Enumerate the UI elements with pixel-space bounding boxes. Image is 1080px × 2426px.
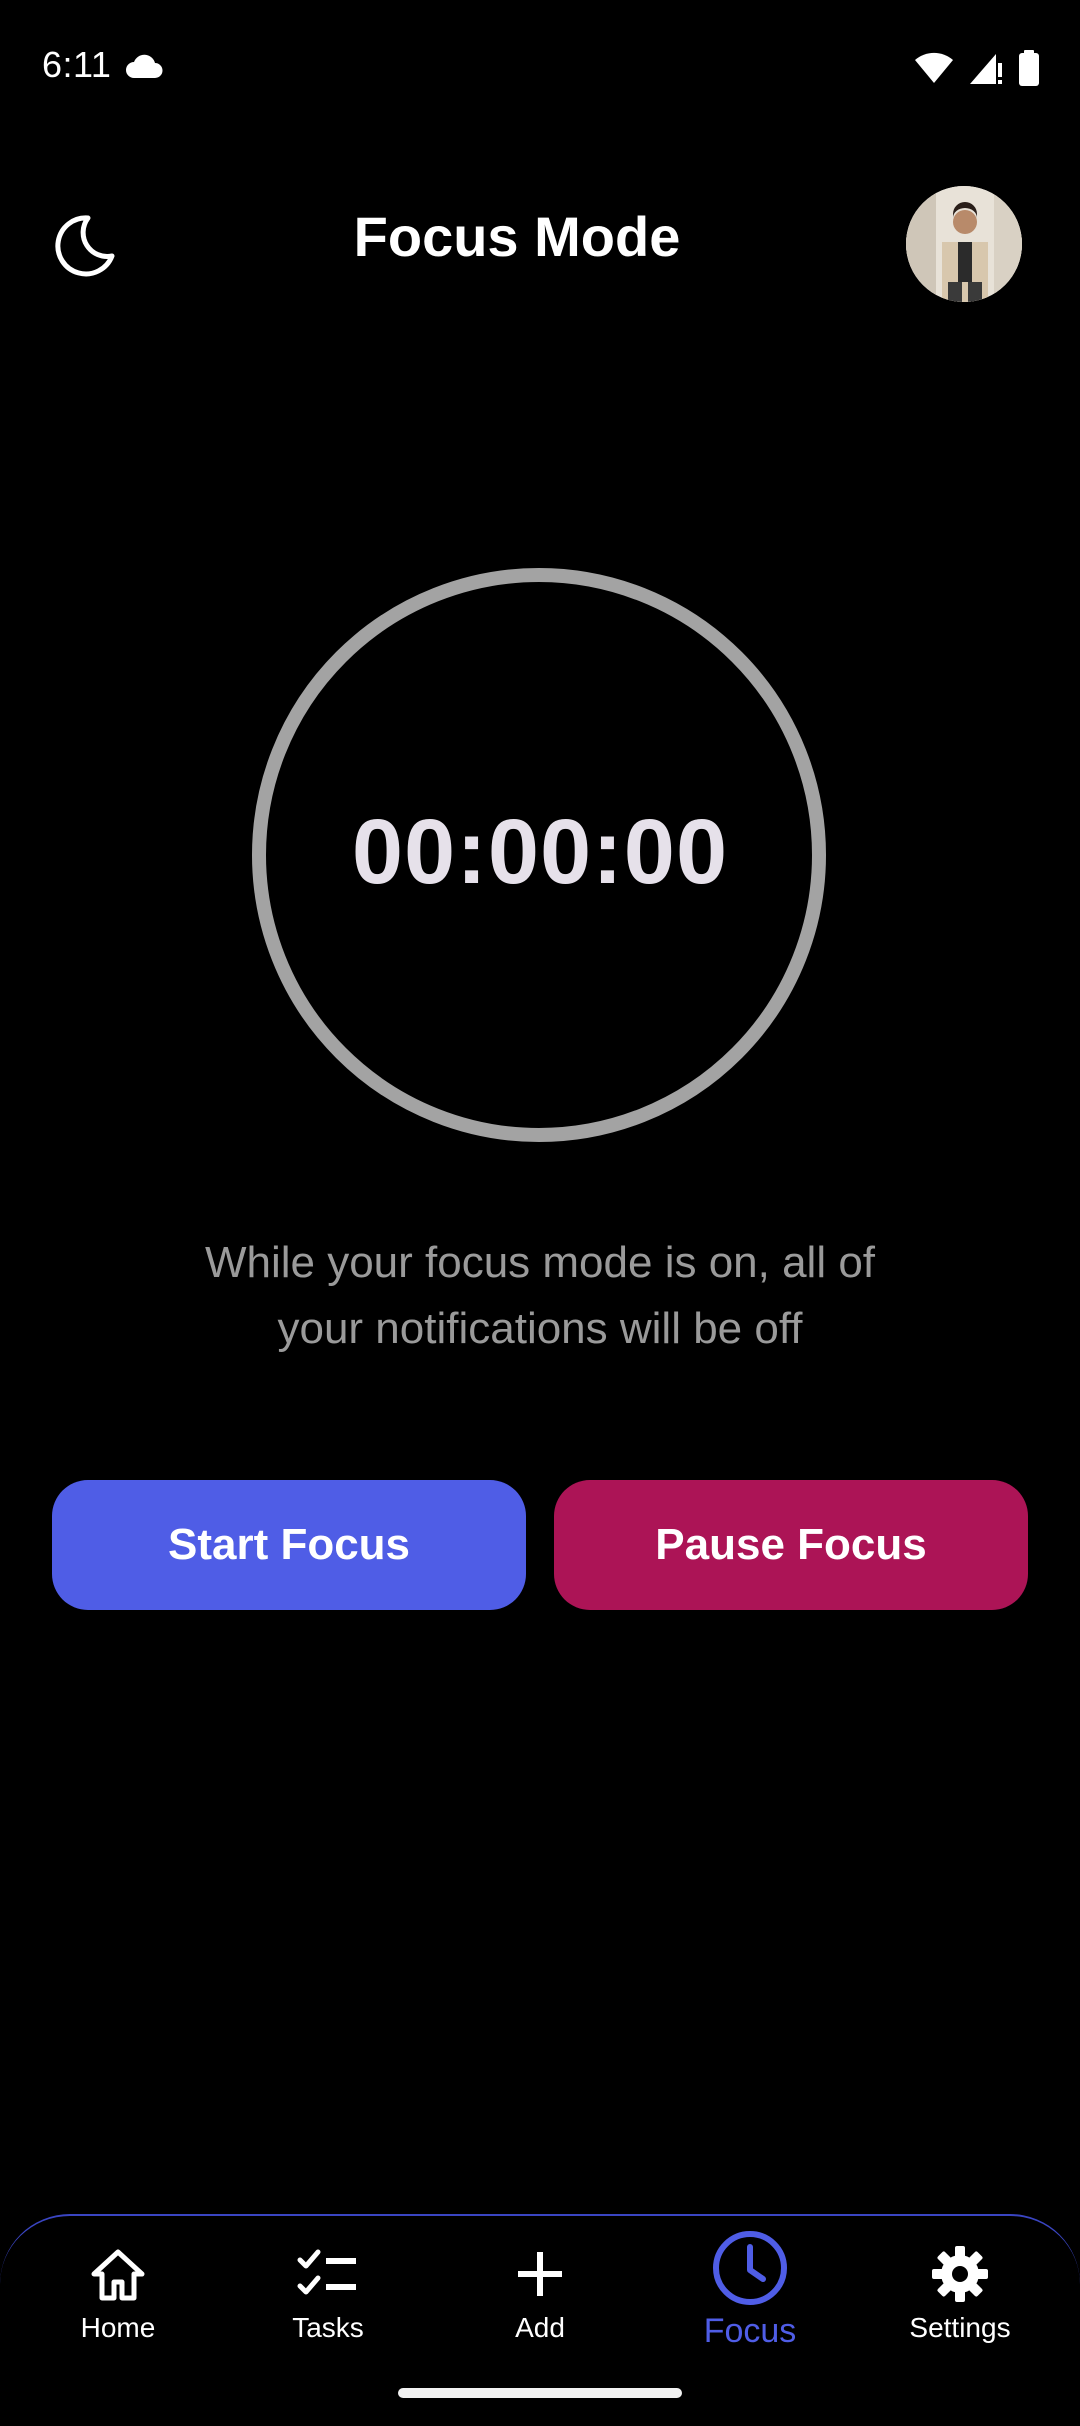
plus-icon: [508, 2242, 572, 2306]
timer-display: 00:00:00: [351, 801, 729, 903]
status-icons: [914, 49, 1040, 91]
nav-label-settings: Settings: [909, 2312, 1011, 2343]
signal-icon: [968, 51, 1004, 90]
pause-focus-button[interactable]: Pause Focus: [554, 1480, 1028, 1610]
tasks-icon: [296, 2242, 360, 2306]
focus-info-text: While your focus mode is on, all of your…: [140, 1230, 940, 1362]
app-bar: Focus Mode: [0, 180, 1080, 304]
nav-label-focus: Focus: [703, 2312, 797, 2350]
status-time: 6:11: [42, 44, 112, 85]
nav-item-tasks[interactable]: Tasks: [238, 2216, 418, 2366]
clock-icon: [710, 2228, 790, 2308]
nav-label-home: Home: [80, 2312, 156, 2343]
nav-label-add: Add: [515, 2312, 565, 2343]
nav-label-tasks: Tasks: [292, 2312, 364, 2343]
home-indicator[interactable]: [398, 2388, 682, 2398]
home-icon: [86, 2242, 150, 2306]
nav-item-add[interactable]: Add: [450, 2216, 630, 2366]
battery-icon: [1018, 49, 1040, 91]
avatar[interactable]: [906, 186, 1022, 302]
focus-info-line-2: your notifications will be off: [277, 1304, 803, 1353]
cloud-icon: [124, 54, 164, 80]
page-title: Focus Mode: [353, 205, 681, 268]
focus-info-line-1: While your focus mode is on, all of: [204, 1238, 876, 1287]
gear-icon: [928, 2242, 992, 2306]
nav-item-home[interactable]: Home: [28, 2216, 208, 2366]
nav-item-focus[interactable]: Focus: [660, 2216, 840, 2366]
nav-item-settings[interactable]: Settings: [870, 2216, 1050, 2366]
status-bar: 6:11: [0, 0, 1080, 140]
wifi-icon: [914, 52, 954, 89]
start-focus-button[interactable]: Start Focus: [52, 1480, 526, 1610]
